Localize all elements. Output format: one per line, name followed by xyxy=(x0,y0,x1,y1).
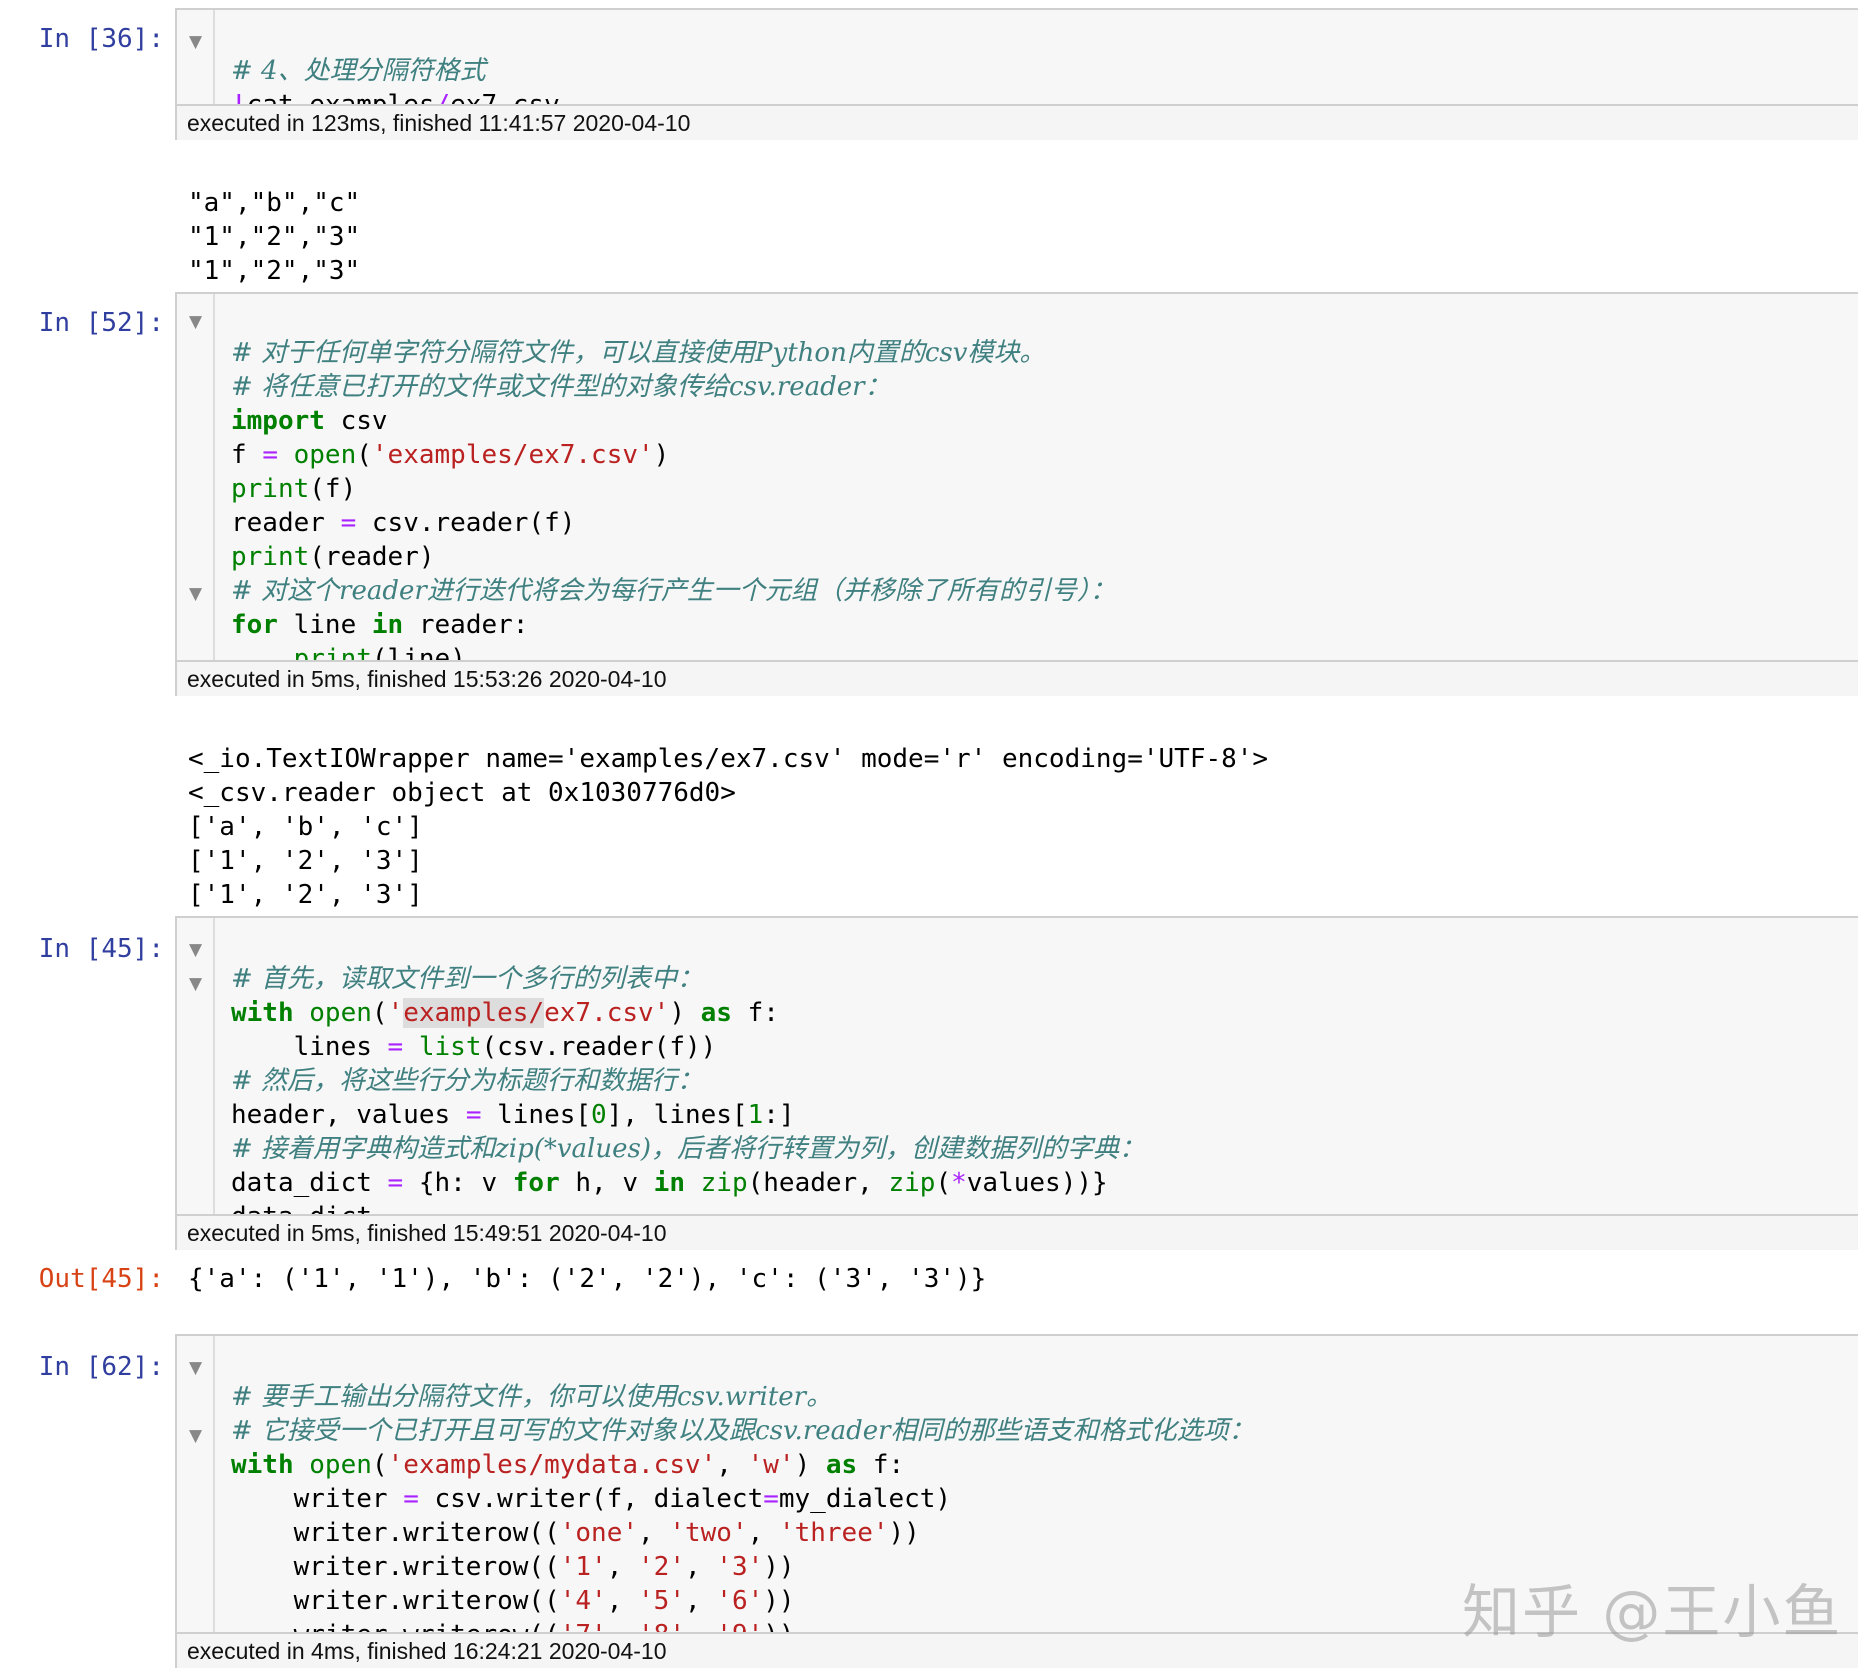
input-prompt: In [52]: xyxy=(38,308,164,338)
fold-arrow-icon[interactable]: ▼ xyxy=(189,1426,202,1446)
fold-arrow-icon[interactable]: ▼ xyxy=(189,940,202,960)
code-gutter: ▼ xyxy=(177,10,215,104)
code-gutter: ▼ ▼ xyxy=(177,918,215,1214)
code-line: writer = csv.writer(f, dialect=my_dialec… xyxy=(231,1484,952,1514)
code-line: # 然后，将这些行分为标题行和数据行： xyxy=(231,1066,704,1096)
code-line: lines = list(csv.reader(f)) xyxy=(231,1032,717,1062)
notebook-cell-52[interactable]: In [52]: ▼ ▼ # 对于任何单字符分隔符文件，可以直接使用Python… xyxy=(0,290,1858,910)
cell-output: {'a': ('1', '1'), 'b': ('2', '2'), 'c': … xyxy=(188,1264,987,1294)
code-line: f = open('examples/ex7.csv') xyxy=(231,440,670,470)
execution-info: executed in 5ms, finished 15:53:26 2020-… xyxy=(177,660,1858,696)
code-line: # 接着用字典构造式和zip(*values)，后者将行转置为列，创建数据列的字… xyxy=(231,1134,1145,1164)
input-prompt: In [62]: xyxy=(38,1352,164,1382)
code-line: # 要手工输出分隔符文件，你可以使用csv.writer。 xyxy=(231,1382,833,1412)
input-prompt: In [45]: xyxy=(38,934,164,964)
code-editor[interactable]: # 首先，读取文件到一个多行的列表中： with open('examples/… xyxy=(231,928,1145,1234)
output-line: <_csv.reader object at 0x1030776d0> xyxy=(188,778,736,808)
output-prompt: Out[45]: xyxy=(38,1264,164,1294)
code-line: writer.writerow(('4', '5', '6')) xyxy=(231,1586,795,1616)
code-input-area[interactable]: ▼ ▼ # 对于任何单字符分隔符文件，可以直接使用Python内置的csv模块。… xyxy=(175,292,1858,696)
output-line: ['a', 'b', 'c'] xyxy=(188,812,423,842)
code-line: # 对这个reader进行迭代将会为每行产生一个元组（并移除了所有的引号）： xyxy=(231,576,1116,606)
execution-info: executed in 123ms, finished 11:41:57 202… xyxy=(177,104,1858,140)
code-line: header, values = lines[0], lines[1:] xyxy=(231,1100,795,1130)
code-line: writer.writerow(('1', '2', '3')) xyxy=(231,1552,795,1582)
notebook-cell-36[interactable]: In [36]: ▼ # 4、处理分隔符格式 !cat examples/ex7… xyxy=(0,0,1858,286)
code-line: with open('examples/mydata.csv', 'w') as… xyxy=(231,1450,905,1480)
input-prompt: In [36]: xyxy=(38,24,164,54)
code-editor[interactable]: # 对于任何单字符分隔符文件，可以直接使用Python内置的csv模块。 # 将… xyxy=(231,302,1116,676)
code-line: # 它接受一个已打开且可写的文件对象以及跟csv.reader相同的那些语支和格… xyxy=(231,1416,1255,1446)
fold-arrow-icon[interactable]: ▼ xyxy=(189,1358,202,1378)
code-line: # 对于任何单字符分隔符文件，可以直接使用Python内置的csv模块。 xyxy=(231,338,1046,368)
code-input-area[interactable]: ▼ ▼ # 首先，读取文件到一个多行的列表中： with open('examp… xyxy=(175,916,1858,1250)
cell-output: "a","b","c" "1","2","3" "1","2","3" xyxy=(188,152,360,288)
cell-output: <_io.TextIOWrapper name='examples/ex7.cs… xyxy=(188,708,1268,912)
code-line: print(reader) xyxy=(231,542,435,572)
output-line: "1","2","3" xyxy=(188,222,361,252)
code-gutter: ▼ ▼ xyxy=(177,1336,215,1632)
code-line: with open('examples/ex7.csv') as f: xyxy=(231,998,779,1028)
code-line: reader = csv.reader(f) xyxy=(231,508,576,538)
code-line: import csv xyxy=(231,406,388,436)
code-line: # 首先，读取文件到一个多行的列表中： xyxy=(231,964,704,994)
zhihu-watermark: 知乎 @王小鱼 xyxy=(1462,1578,1843,1646)
output-line: ['1', '2', '3'] xyxy=(188,880,423,910)
fold-arrow-icon[interactable]: ▼ xyxy=(189,32,202,52)
code-gutter: ▼ ▼ xyxy=(177,294,215,660)
execution-info: executed in 5ms, finished 15:49:51 2020-… xyxy=(177,1214,1858,1250)
code-editor[interactable]: # 要手工输出分隔符文件，你可以使用csv.writer。 # 它接受一个已打开… xyxy=(231,1346,1255,1652)
code-line: print(f) xyxy=(231,474,357,504)
code-line: data_dict = {h: v for h, v in zip(header… xyxy=(231,1168,1108,1198)
code-line: for line in reader: xyxy=(231,610,529,640)
code-line: # 4、处理分隔符格式 xyxy=(231,56,486,86)
output-line: ['1', '2', '3'] xyxy=(188,846,423,876)
notebook-cell-45[interactable]: In [45]: ▼ ▼ # 首先，读取文件到一个多行的列表中： with op… xyxy=(0,912,1858,1312)
output-line: "a","b","c" xyxy=(188,188,361,218)
code-input-area[interactable]: ▼ # 4、处理分隔符格式 !cat examples/ex7.csv exec… xyxy=(175,8,1858,140)
output-line: "1","2","3" xyxy=(188,256,361,286)
code-line: # 将任意已打开的文件或文件型的对象传给csv.reader： xyxy=(231,372,891,402)
output-line: <_io.TextIOWrapper name='examples/ex7.cs… xyxy=(188,744,1269,774)
fold-arrow-icon[interactable]: ▼ xyxy=(189,974,202,994)
code-line: writer.writerow(('one', 'two', 'three')) xyxy=(231,1518,920,1548)
fold-arrow-icon[interactable]: ▼ xyxy=(189,584,202,604)
fold-arrow-icon[interactable]: ▼ xyxy=(189,312,202,332)
